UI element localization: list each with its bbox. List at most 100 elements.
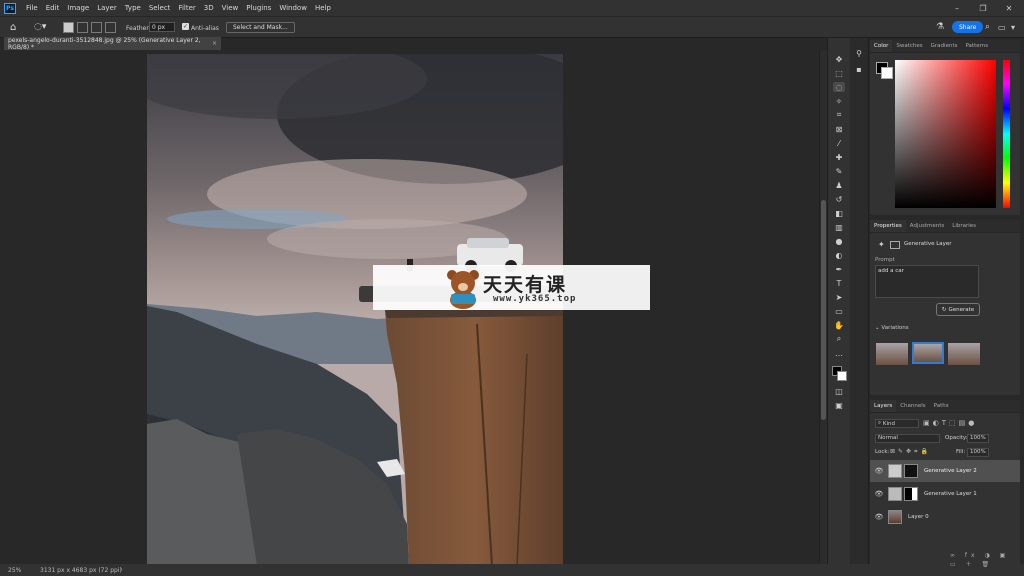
share-button[interactable]: Share [952, 21, 984, 33]
layer-filter-icons[interactable]: ▣◐T⬚▤● [923, 419, 977, 427]
visibility-eye-icon[interactable]: 👁 [873, 467, 885, 475]
opacity-input[interactable]: 100% [967, 434, 989, 443]
tab-paths[interactable]: Paths [930, 400, 953, 412]
layer-name: Generative Layer 2 [924, 468, 977, 474]
feather-label: Feather: [126, 24, 151, 32]
menu-view[interactable]: View [218, 4, 243, 12]
close-window-icon[interactable]: ✕ [996, 0, 1022, 16]
rectangle-tool-icon[interactable]: ▭ [833, 306, 845, 316]
new-selection-icon[interactable] [63, 22, 74, 33]
healing-brush-icon[interactable]: ✚ [833, 152, 845, 162]
background-color-swatch[interactable] [837, 371, 847, 381]
blur-tool-icon[interactable]: ● [833, 236, 845, 246]
status-menu-arrow[interactable]: › [120, 566, 122, 573]
variation-thumbnail-2[interactable] [912, 342, 944, 364]
history-brush-icon[interactable]: ↺ [833, 194, 845, 204]
color-field[interactable] [895, 60, 996, 208]
clone-stamp-icon[interactable]: ♟ [833, 180, 845, 190]
screen-mode-icon[interactable]: ▣ [833, 400, 845, 410]
close-tab-icon[interactable]: × [212, 40, 217, 47]
eyedropper-icon[interactable]: ⁄ [833, 138, 845, 148]
prompt-input[interactable]: add a car [875, 265, 979, 298]
comments-panel-icon[interactable]: ▪ [853, 64, 865, 74]
layer-filter-select[interactable]: ⌕ Kind [875, 419, 919, 428]
tab-color[interactable]: Color [870, 40, 893, 52]
tab-swatches[interactable]: Swatches [892, 40, 926, 52]
layer-row[interactable]: 👁 Generative Layer 1 [870, 483, 1020, 505]
variation-thumbnail-3[interactable] [948, 343, 980, 365]
tab-layers[interactable]: Layers [870, 400, 897, 412]
flask-icon[interactable]: ⚗ [936, 21, 944, 33]
search-icon[interactable]: ⌕ [985, 21, 990, 33]
zoom-level[interactable]: 25% [8, 567, 21, 574]
brush-tool-icon[interactable]: ✎ [833, 166, 845, 176]
lasso-tool-icon[interactable]: ◌▾ [34, 21, 46, 33]
move-tool-icon[interactable]: ✥ [833, 54, 845, 64]
layer-actions-icons[interactable]: ∞ fx ◑ ▣ ▭ ＋ 🗑 [950, 552, 1020, 568]
tab-properties[interactable]: Properties [870, 220, 906, 232]
menu-3d[interactable]: 3D [200, 4, 218, 12]
feather-input[interactable]: 0 px [149, 22, 175, 32]
minimize-icon[interactable]: – [944, 0, 970, 16]
path-selection-icon[interactable]: ➤ [833, 292, 845, 302]
menu-layer[interactable]: Layer [93, 4, 121, 12]
gradient-tool-icon[interactable]: ▥ [833, 222, 845, 232]
intersect-selection-icon[interactable] [105, 22, 116, 33]
tab-patterns[interactable]: Patterns [961, 40, 992, 52]
menu-plugins[interactable]: Plugins [242, 4, 275, 12]
background-color-chip[interactable] [881, 67, 893, 79]
menu-filter[interactable]: Filter [174, 4, 199, 12]
hue-slider[interactable] [1003, 60, 1010, 208]
more-tools-icon[interactable]: … [833, 348, 845, 358]
eraser-icon[interactable]: ◧ [833, 208, 845, 218]
hand-tool-icon[interactable]: ✋ [833, 320, 845, 330]
variation-thumbnail-1[interactable] [876, 343, 908, 365]
status-bar: 25% 3131 px x 4683 px (72 ppi) › [0, 564, 1024, 576]
fill-input[interactable]: 100% [967, 448, 989, 457]
tab-gradients[interactable]: Gradients [927, 40, 962, 52]
workspace-icon[interactable]: ▭ [998, 21, 1006, 33]
menu-file[interactable]: File [22, 4, 42, 12]
crop-tool-icon[interactable]: ⌗ [833, 110, 845, 120]
menu-edit[interactable]: Edit [42, 4, 64, 12]
visibility-eye-icon[interactable]: 👁 [873, 513, 885, 521]
menu-type[interactable]: Type [121, 4, 145, 12]
tab-channels[interactable]: Channels [896, 400, 929, 412]
layer-row[interactable]: 👁 Generative Layer 2 [870, 460, 1020, 482]
maximize-icon[interactable]: ❐ [970, 0, 996, 16]
blend-mode-select[interactable]: Normal [875, 434, 940, 443]
layer-thumbnail [888, 510, 902, 524]
lock-icons[interactable]: ⊠✎✥⌗🔒 [890, 448, 931, 456]
add-selection-icon[interactable] [77, 22, 88, 33]
layer-mask-icon [890, 241, 900, 249]
quick-mask-icon[interactable]: ◫ [833, 386, 845, 396]
menu-select[interactable]: Select [145, 4, 175, 12]
menu-image[interactable]: Image [63, 4, 93, 12]
magic-wand-icon[interactable]: ✧ [833, 96, 845, 106]
type-tool-icon[interactable]: T [833, 278, 845, 288]
lock-label: Lock: [875, 449, 890, 455]
tab-adjustments[interactable]: Adjustments [906, 220, 948, 232]
document-canvas-image[interactable] [147, 54, 563, 566]
antialias-checkbox[interactable]: ✓ [182, 23, 189, 30]
document-tab[interactable]: pexels-angelo-duranti-3512848.jpg @ 25% … [4, 37, 221, 51]
marquee-tool-icon[interactable]: ⬚ [833, 68, 845, 78]
menu-help[interactable]: Help [311, 4, 335, 12]
select-and-mask-button[interactable]: Select and Mask... [226, 22, 295, 33]
subtract-selection-icon[interactable] [91, 22, 102, 33]
pen-tool-icon[interactable]: ✒ [833, 264, 845, 274]
visibility-eye-icon[interactable]: 👁 [873, 490, 885, 498]
zoom-tool-icon[interactable]: ⌕ [833, 334, 845, 344]
layer-row[interactable]: 👁 Layer 0 [870, 506, 1020, 528]
menu-window[interactable]: Window [275, 4, 311, 12]
tab-libraries[interactable]: Libraries [948, 220, 980, 232]
panel-menu-icon[interactable]: ▾ [1011, 21, 1015, 33]
dodge-tool-icon[interactable]: ◐ [833, 250, 845, 260]
home-icon[interactable]: ⌂ [10, 21, 16, 33]
history-panel-icon[interactable]: ⚲ [853, 48, 865, 58]
frame-tool-icon[interactable]: ⊠ [833, 124, 845, 134]
layer-name: Layer 0 [908, 514, 929, 520]
generate-button[interactable]: ↻ Generate [936, 303, 980, 316]
lasso-tool-icon[interactable]: ◌ [833, 82, 845, 92]
filter-kind-label: Kind [882, 420, 895, 427]
